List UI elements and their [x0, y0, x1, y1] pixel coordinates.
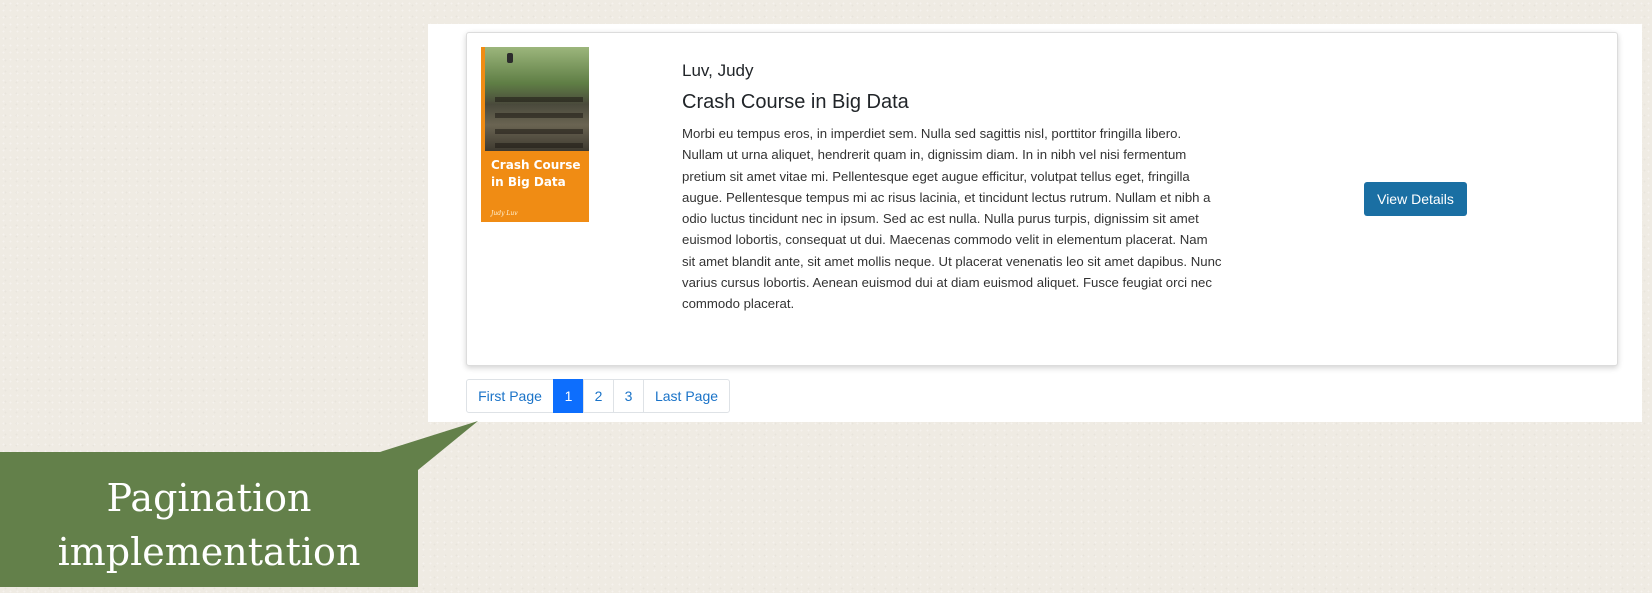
book-author: Luv, Judy — [682, 61, 754, 80]
cover-author: Judy Luv — [491, 210, 518, 217]
view-details-button[interactable]: View Details — [1364, 182, 1467, 216]
pagination: First Page 1 2 3 Last Page — [466, 379, 730, 413]
book-title: Crash Course in Big Data — [682, 91, 909, 113]
book-info: Luv, Judy Crash Course in Big Data Morbi… — [682, 61, 1222, 315]
last-page-link[interactable]: Last Page — [643, 379, 730, 413]
page-3-link[interactable]: 3 — [613, 379, 644, 413]
callout-label: Pagination implementation — [0, 471, 418, 579]
cover-photo — [485, 47, 589, 151]
page-2-link[interactable]: 2 — [583, 379, 614, 413]
callout-line-1: Pagination — [106, 476, 312, 520]
callout-line-2: implementation — [57, 530, 361, 574]
cover-title: Crash Course in Big Data — [491, 158, 581, 189]
book-description: Morbi eu tempus eros, in imperdiet sem. … — [682, 126, 1222, 312]
first-page-link[interactable]: First Page — [466, 379, 554, 413]
book-card: Crash Course in Big Data Judy Luv Luv, J… — [466, 32, 1618, 366]
page-1-link[interactable]: 1 — [553, 379, 584, 413]
book-cover-image[interactable]: Crash Course in Big Data Judy Luv — [481, 47, 589, 222]
